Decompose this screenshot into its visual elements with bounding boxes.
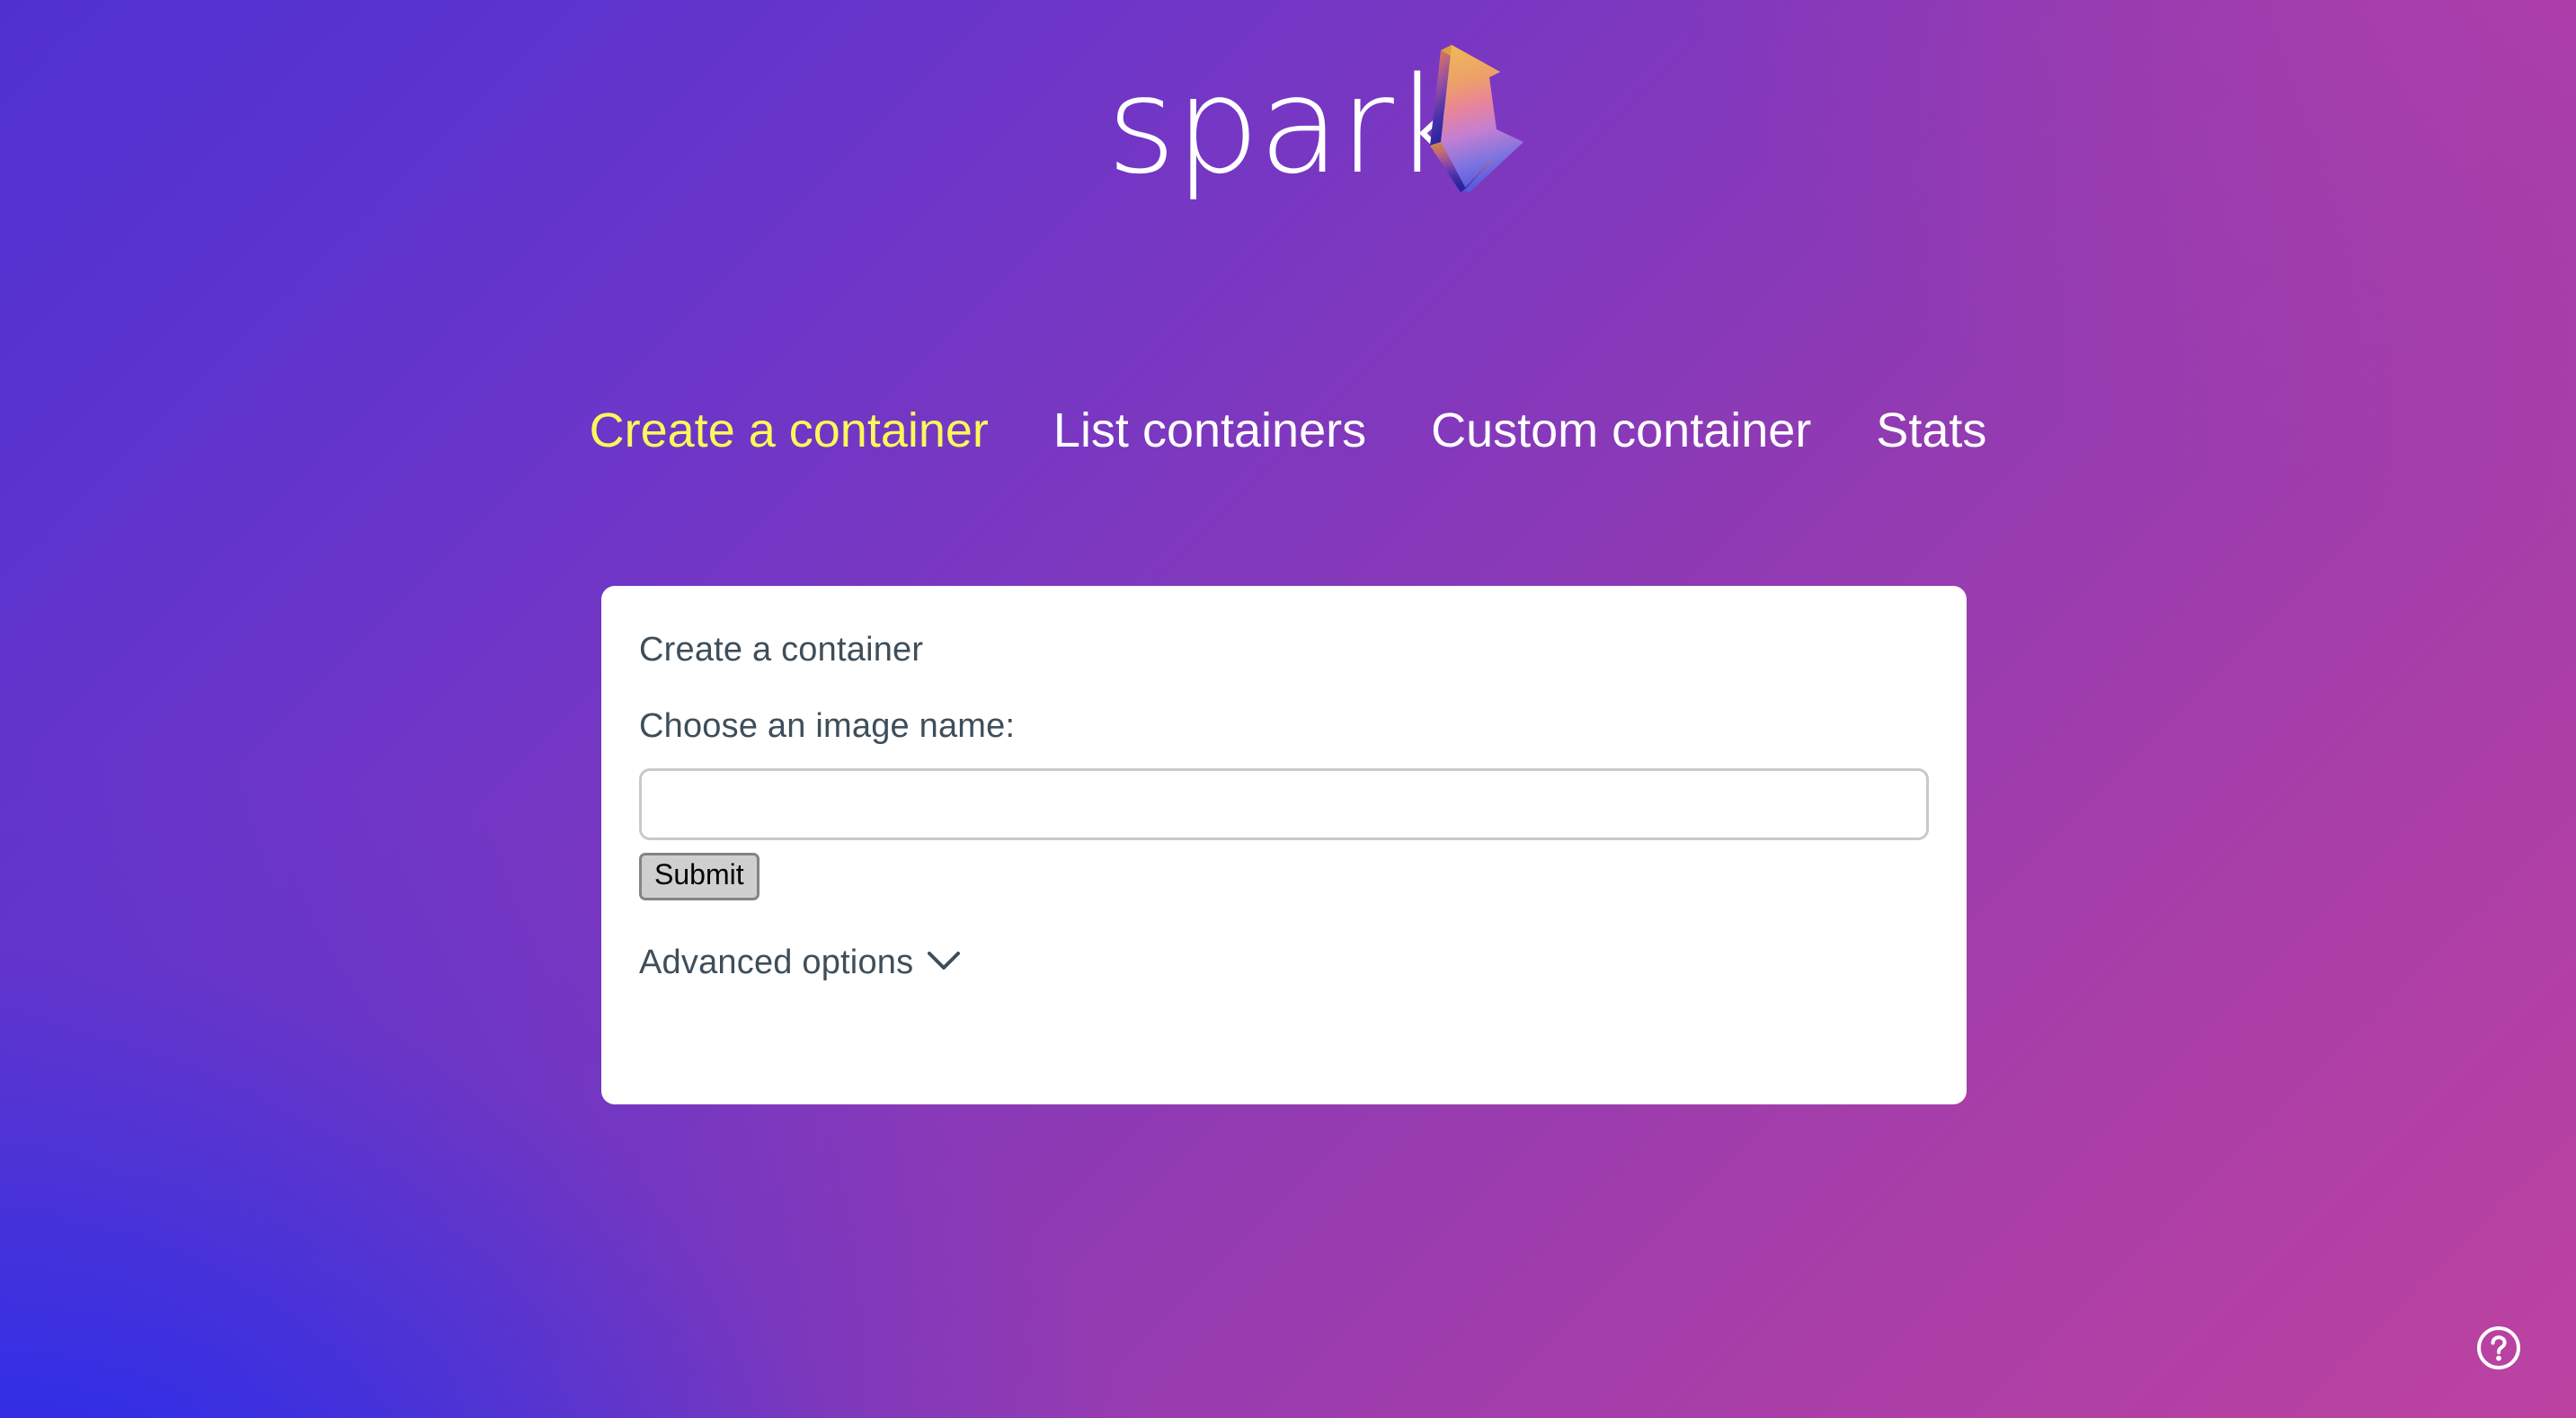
nav-item-create-a-container[interactable]: Create a container [590,403,989,458]
create-container-card: Create a container Choose an image name:… [601,586,1967,1104]
image-name-label: Choose an image name: [639,707,1016,745]
chevron-down-icon [926,949,962,977]
help-button[interactable] [2474,1323,2524,1373]
lightning-bolt-icon [1410,41,1527,194]
advanced-options-toggle[interactable]: Advanced options [639,944,962,982]
nav-item-stats[interactable]: Stats [1876,403,1986,458]
card-title: Create a container [639,631,924,669]
advanced-options-label: Advanced options [639,943,914,981]
nav-item-list-containers[interactable]: List containers [1053,403,1366,458]
page-root: spark Create a container List containers… [0,0,2576,1418]
brand-logo: spark [0,40,2576,219]
main-navigation: Create a container List containers Custo… [0,403,2576,458]
nav-item-custom-container[interactable]: Custom container [1431,403,1811,458]
submit-button[interactable]: Submit [639,853,759,900]
image-name-input[interactable] [639,768,1929,840]
question-circle-icon [2474,1326,2524,1377]
